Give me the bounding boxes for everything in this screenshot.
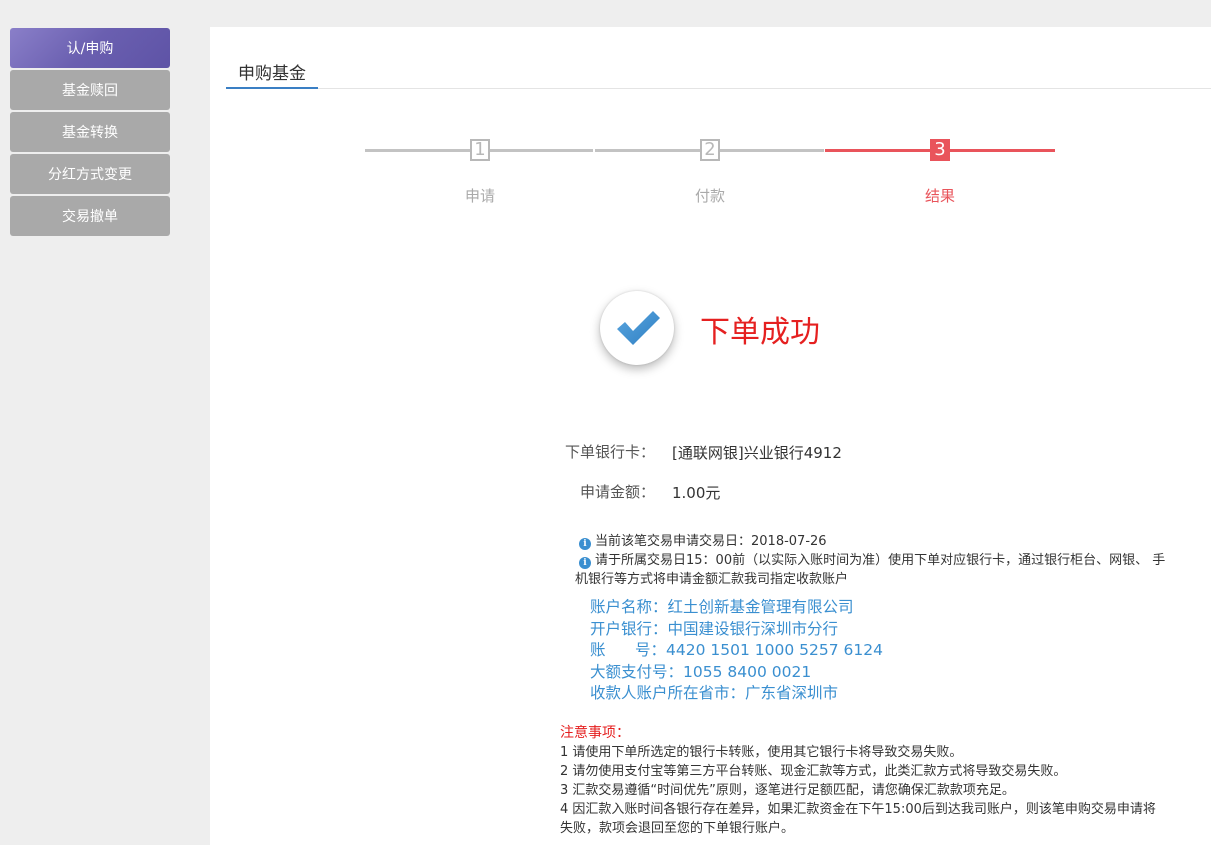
note-deadline-text: 请于所属交易日15：00前（以实际入账时间为准）使用下单对应银行卡，通过银行柜台… <box>595 553 1166 568</box>
step-2-number: 2 <box>700 139 720 161</box>
step-3-label: 结果 <box>924 187 955 205</box>
bank-card-label: 下单银行卡： <box>564 443 655 461</box>
sidebar-item-subscribe[interactable]: 认/申购 <box>10 28 170 68</box>
attention-item: 4 因汇款入账时间各银行存在差异，如果汇款资金在下午15:00后到达我司账户，则… <box>560 802 1156 817</box>
bank-card-value: [通联网银]兴业银行4912 <box>672 444 842 462</box>
amount-value: 1.00元 <box>672 484 721 502</box>
tab-subscribe-fund[interactable]: 申购基金 <box>226 55 318 89</box>
attention-item: 1 请使用下单所选定的银行卡转账，使用其它银行卡将导致交易失败。 <box>560 745 963 760</box>
attention-item: 3 汇款交易遵循“时间优先”原则，逐笔进行足额匹配，请您确保汇款款项充足。 <box>560 783 1015 798</box>
step-1-label: 申请 <box>464 187 495 205</box>
note-payment-deadline: i 请于所属交易日15：00前（以实际入账时间为准）使用下单对应银行卡，通过银行柜… <box>575 551 1211 570</box>
account-number: 账 号：4420 1501 1000 5257 6124 <box>590 641 884 659</box>
sidebar-item-dividend[interactable]: 分红方式变更 <box>10 154 170 194</box>
info-icon: i <box>579 538 591 550</box>
sidebar-item-cancel-order[interactable]: 交易撤单 <box>10 196 170 236</box>
attention-item: 失败，款项会退回至您的下单银行账户。 <box>560 821 795 836</box>
info-icon: i <box>579 557 591 569</box>
step-2-label: 付款 <box>694 187 725 205</box>
sidebar-item-convert[interactable]: 基金转换 <box>10 112 170 152</box>
note-deadline-text-cont: 机银行等方式将申请金额汇款我司指定收款账户 <box>575 572 849 587</box>
account-large-pay-number: 大额支付号：1055 8400 0021 <box>590 662 812 681</box>
attention-item: 2 请勿使用支付宝等第三方平台转账、现金汇款等方式，此类汇款方式将导致交易失败。 <box>560 764 1067 779</box>
attention-title: 注意事项： <box>560 725 630 741</box>
account-name: 账户名称：红土创新基金管理有限公司 <box>590 598 854 616</box>
step-progress: 1 2 3 申请 付款 结果 <box>365 135 1055 215</box>
account-bank: 开户银行：中国建设银行深圳市分行 <box>590 619 839 638</box>
sidebar-nav: 认/申购 基金赎回 基金转换 分红方式变更 交易撤单 <box>10 28 170 238</box>
main-panel: 申购基金 1 2 3 申请 付款 结果 下单成功 下单银行卡： [通联网银]兴业… <box>210 27 1211 845</box>
receiving-account: 账户名称：红土创新基金管理有限公司 开户银行：中国建设银行深圳市分行 账 号：4… <box>590 597 883 705</box>
tab-bar: 申购基金 <box>226 27 1211 89</box>
note-trade-date-text: 当前该笔交易申请交易日：2018-07-26 <box>595 534 827 549</box>
success-title: 下单成功 <box>700 315 820 350</box>
note-trade-date: i 当前该笔交易申请交易日：2018-07-26 <box>575 532 1211 551</box>
step-3-number: 3 <box>930 139 950 161</box>
checkmark-icon <box>600 291 674 365</box>
account-province: 收款人账户所在省市：广东省深圳市 <box>590 684 839 702</box>
attention-notes: 注意事项： 1 请使用下单所选定的银行卡转账，使用其它银行卡将导致交易失败。 2… <box>560 724 1210 838</box>
trade-notes: i 当前该笔交易申请交易日：2018-07-26 i 请于所属交易日15：00前（以… <box>575 532 1211 589</box>
step-1-number: 1 <box>470 139 490 161</box>
amount-label: 申请金额： <box>579 483 655 501</box>
sidebar-item-redeem[interactable]: 基金赎回 <box>10 70 170 110</box>
